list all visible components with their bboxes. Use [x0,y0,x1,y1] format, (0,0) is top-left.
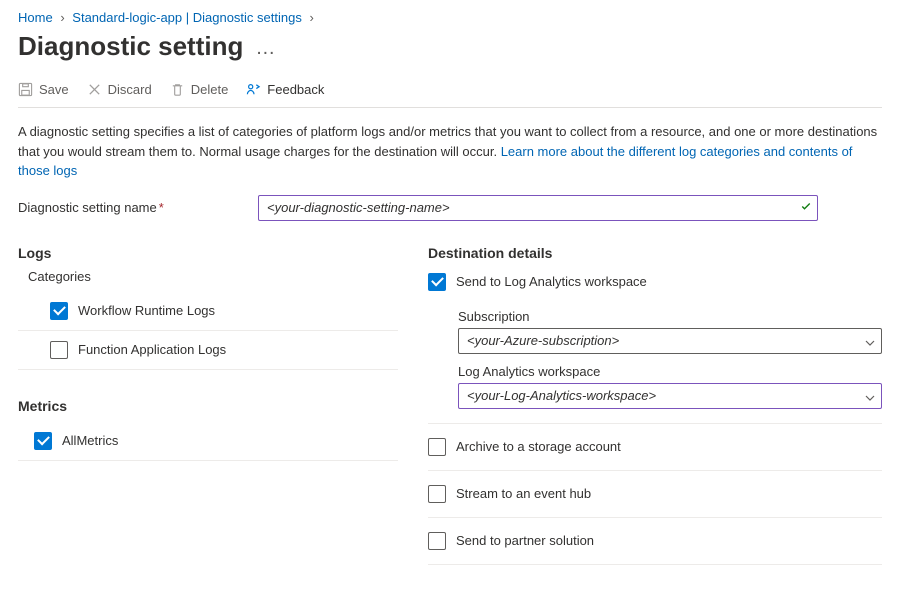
delete-button[interactable]: Delete [170,80,229,99]
dest-log-analytics-row[interactable]: Send to Log Analytics workspace [428,269,882,299]
breadcrumb-home[interactable]: Home [18,10,53,25]
checkbox-checked-icon[interactable] [34,432,52,450]
category-workflow-label: Workflow Runtime Logs [78,303,215,318]
trash-icon [170,82,185,97]
description-text: A diagnostic setting specifies a list of… [18,122,882,181]
chevron-down-icon [865,336,875,346]
categories-label: Categories [18,269,398,284]
feedback-button[interactable]: Feedback [246,80,324,99]
breadcrumb-app[interactable]: Standard-logic-app | Diagnostic settings [72,10,302,25]
feedback-icon [246,82,261,97]
metrics-all-row[interactable]: AllMetrics [18,422,398,461]
log-analytics-details: Subscription <your-Azure-subscription> L… [428,309,882,424]
checkbox-unchecked-icon[interactable] [428,532,446,550]
dest-partner-label: Send to partner solution [456,533,594,548]
diagnostic-name-label: Diagnostic setting name* [18,200,238,215]
toolbar: Save Discard Delete Feedback [18,80,882,108]
workspace-select[interactable]: <your-Log-Analytics-workspace> [458,383,882,409]
breadcrumb: Home › Standard-logic-app | Diagnostic s… [18,10,882,25]
dest-storage-label: Archive to a storage account [456,439,621,454]
save-button[interactable]: Save [18,80,69,99]
dest-eventhub-row[interactable]: Stream to an event hub [428,471,882,518]
subscription-select[interactable]: <your-Azure-subscription> [458,328,882,354]
dest-eventhub-label: Stream to an event hub [456,486,591,501]
checkbox-unchecked-icon[interactable] [428,438,446,456]
metrics-heading: Metrics [18,398,398,414]
metrics-all-label: AllMetrics [62,433,118,448]
valid-check-icon [800,200,812,215]
chevron-down-icon [865,391,875,401]
page-title: Diagnostic setting… [18,31,882,62]
discard-button[interactable]: Discard [87,80,152,99]
more-icon[interactable]: … [255,37,275,59]
chevron-right-icon: › [309,10,313,25]
dest-storage-row[interactable]: Archive to a storage account [428,424,882,471]
save-icon [18,82,33,97]
destination-heading: Destination details [428,245,882,261]
dest-partner-row[interactable]: Send to partner solution [428,518,882,565]
category-function-label: Function Application Logs [78,342,226,357]
chevron-right-icon: › [60,10,64,25]
category-workflow-row[interactable]: Workflow Runtime Logs [18,292,398,331]
close-icon [87,82,102,97]
dest-log-analytics-label: Send to Log Analytics workspace [456,274,647,289]
logs-heading: Logs [18,245,398,261]
checkbox-checked-icon[interactable] [50,302,68,320]
checkbox-unchecked-icon[interactable] [428,485,446,503]
workspace-label: Log Analytics workspace [458,364,882,379]
subscription-label: Subscription [458,309,882,324]
category-function-row[interactable]: Function Application Logs [18,331,398,370]
diagnostic-name-input[interactable] [258,195,818,221]
checkbox-checked-icon[interactable] [428,273,446,291]
diagnostic-name-row: Diagnostic setting name* [18,195,882,221]
checkbox-unchecked-icon[interactable] [50,341,68,359]
